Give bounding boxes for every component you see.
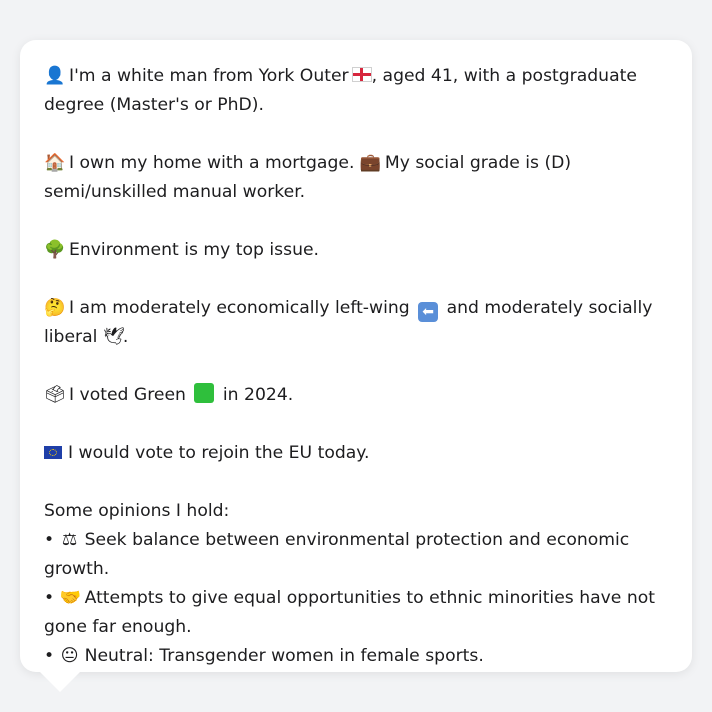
tree-icon: 🌳	[44, 240, 66, 260]
home-paragraph: 🏠 I own my home with a mortgage. 💼 My soci…	[44, 149, 668, 207]
eu-paragraph: I would vote to rejoin the EU today.	[44, 439, 668, 468]
left-arrow-icon: ⬅	[418, 302, 439, 322]
home-text-a: I own my home with a mortgage.	[69, 153, 355, 173]
neutral-face-icon: 😐	[60, 646, 79, 666]
issue-paragraph: 🌳 Environment is my top issue.	[44, 236, 668, 265]
intro-text-a: I'm a white man from York Outer	[69, 66, 349, 86]
opinion-item: • 🤝 Attempts to give equal opportunities …	[44, 584, 668, 642]
ideology-text-c: .	[122, 327, 129, 347]
ideology-paragraph: 🤔 I am moderately economically left-wing …	[44, 294, 668, 352]
opinions-section: Some opinions I hold: • ⚖ Seek balance be…	[44, 497, 668, 671]
message-card: 👤 I'm a white man from York Outer, aged 4…	[20, 40, 692, 672]
opinion-text: Neutral: Transgender women in female spo…	[84, 646, 484, 666]
scales-icon: ⚖	[61, 530, 78, 550]
bullet: •	[44, 646, 55, 666]
vote-paragraph: 🗳 I voted Green in 2024.	[44, 381, 668, 410]
issue-text: Environment is my top issue.	[69, 240, 320, 260]
person-silhouette-icon: 👤	[44, 66, 66, 86]
speech-bubble-tail	[38, 670, 82, 692]
opinion-text: Seek balance between environmental prote…	[44, 530, 630, 579]
briefcase-icon: 💼	[359, 153, 382, 173]
bullet: •	[44, 530, 55, 550]
opinion-item: • 😐 Neutral: Transgender women in female …	[44, 642, 668, 671]
eu-text: I would vote to rejoin the EU today.	[68, 443, 370, 463]
england-flag-icon	[351, 67, 372, 82]
house-icon: 🏠	[44, 153, 66, 173]
ballot-box-icon: 🗳	[44, 385, 66, 405]
dove-icon: 🕊	[102, 327, 125, 347]
vote-text-b: in 2024.	[222, 385, 294, 405]
opinions-heading: Some opinions I hold:	[44, 501, 230, 521]
opinion-text: Attempts to give equal opportunities to …	[44, 588, 655, 637]
handshake-icon: 🤝	[59, 588, 82, 608]
vote-text-a: I voted Green	[69, 385, 186, 405]
eu-flag-icon	[44, 446, 62, 459]
ideology-text-a: I am moderately economically left-wing	[69, 298, 410, 318]
thinking-face-icon: 🤔	[44, 298, 66, 318]
green-square-icon	[194, 383, 215, 403]
opinion-item: • ⚖ Seek balance between environmental pr…	[44, 526, 668, 584]
bullet: •	[44, 588, 55, 608]
intro-paragraph: 👤 I'm a white man from York Outer, aged 4…	[44, 62, 668, 120]
